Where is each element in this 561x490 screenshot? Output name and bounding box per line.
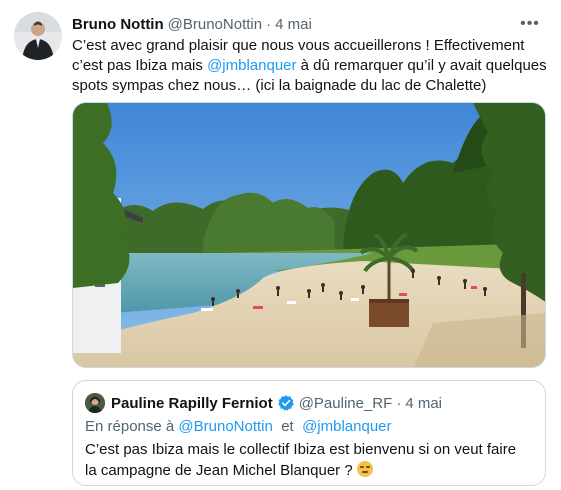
user-avatar-icon [85,393,105,413]
author-handle[interactable]: @BrunoNottin [168,16,262,33]
quoted-tweet[interactable]: Pauline Rapilly Ferniot @Pauline_RF · 4 … [72,380,546,486]
quoted-tweet-header: Pauline Rapilly Ferniot @Pauline_RF · 4 … [85,393,442,413]
smirk-emoji-icon [356,461,373,477]
reply-context: En réponse à @BrunoNottin et @jmblanquer [85,417,392,437]
tweet-header: Bruno Nottin @BrunoNottin · 4 mai ••• [72,14,547,34]
quoted-tweet-date[interactable]: 4 mai [405,395,442,412]
mention-link[interactable]: @jmblanquer [207,57,296,74]
tweet-photo[interactable] [72,102,546,368]
user-avatar-icon [14,12,62,60]
tweet-date[interactable]: 4 mai [275,16,312,33]
more-options-icon[interactable]: ••• [519,14,541,34]
reply-prefix: En réponse à [85,418,175,435]
reply-mention-2[interactable]: @jmblanquer [302,418,391,435]
quoted-tweet-text: C’est pas Ibiza mais le collectif Ibiza … [85,439,525,481]
author-avatar[interactable] [14,12,62,60]
tweet-text: C’est avec grand plaisir que nous vous a… [72,36,548,96]
reply-mention-1[interactable]: @BrunoNottin [178,418,272,435]
quoted-author-name[interactable]: Pauline Rapilly Ferniot [111,395,273,412]
reply-conjunction: et [281,418,294,435]
lake-beach-photo-image [73,103,545,367]
quoted-text: C’est pas Ibiza mais le collectif Ibiza … [85,441,517,479]
quoted-author-avatar[interactable] [85,393,105,413]
verified-badge-icon [277,394,295,412]
separator-dot: · [396,394,402,412]
author-name[interactable]: Bruno Nottin [72,16,164,33]
quoted-author-handle[interactable]: @Pauline_RF [299,395,393,412]
separator-dot: · [266,15,272,33]
